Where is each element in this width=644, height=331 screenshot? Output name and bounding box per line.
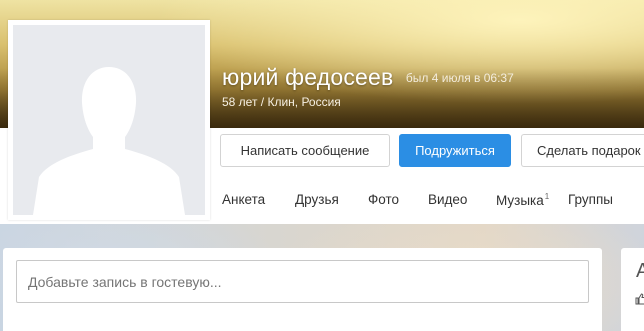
guestbook-card <box>3 248 602 331</box>
avatar-frame[interactable] <box>8 20 210 220</box>
avatar[interactable] <box>13 25 205 215</box>
tab-label: Группы <box>568 192 613 207</box>
user-name[interactable]: юрий федосеев <box>222 64 393 90</box>
tab-photos[interactable]: Фото <box>368 192 399 207</box>
side-card: А <box>621 248 644 331</box>
thumbs-up-icon[interactable] <box>635 293 644 305</box>
tab-label: Фото <box>368 192 400 207</box>
add-friend-button[interactable]: Подружиться <box>399 134 511 167</box>
side-card-title: А <box>636 260 644 282</box>
tab-label: Музыка <box>496 193 544 208</box>
name-block: юрий федосеев был 4 июля в 06:37 <box>222 64 514 91</box>
tab-profile[interactable]: Анкета <box>222 192 265 207</box>
music-count-badge: 1 <box>544 192 550 201</box>
tab-label: Видео <box>428 192 468 207</box>
tab-video[interactable]: Видео <box>428 192 467 207</box>
write-message-button[interactable]: Написать сообщение <box>220 134 390 167</box>
tab-music[interactable]: Музыка1 <box>496 192 549 208</box>
user-age-location: 58 лет / Клин, Россия <box>222 95 341 109</box>
last-seen-status: был 4 июля в 06:37 <box>405 71 514 85</box>
guestbook-input[interactable] <box>16 260 589 303</box>
send-gift-button[interactable]: Сделать подарок <box>521 134 644 167</box>
tab-groups[interactable]: Группы <box>568 192 613 207</box>
tab-friends[interactable]: Друзья <box>295 192 339 207</box>
user-silhouette-icon <box>33 67 185 215</box>
tab-label: Анкета <box>222 192 266 207</box>
tab-label: Друзья <box>295 192 339 207</box>
